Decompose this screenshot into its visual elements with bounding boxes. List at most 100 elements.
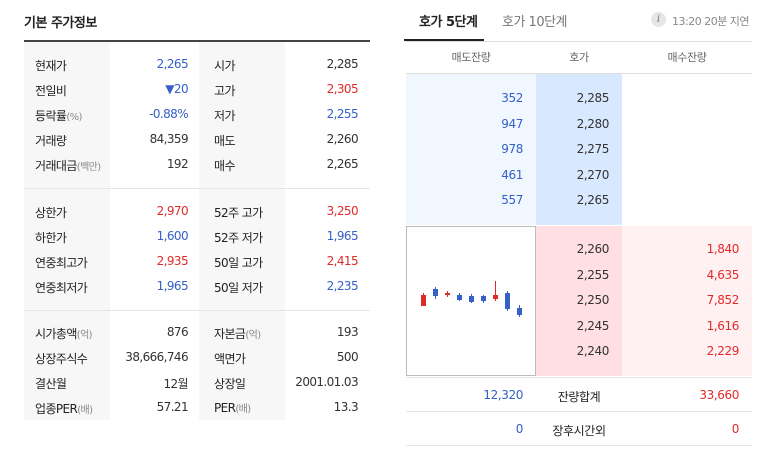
info-label: 상장주식수: [35, 352, 88, 366]
info-label: 상장일: [214, 377, 246, 391]
basic-info-table: 현재가 2,265 시가 2,285 전일비 ▼20 고가 2,305 등락률(%) -0.88%…: [24, 40, 370, 420]
ask-price[interactable]: 2,270: [536, 168, 610, 182]
info-value: 193: [336, 325, 359, 339]
info-value: -0.88%: [149, 107, 188, 121]
delay-notice: 13:20 20분 지연: [672, 15, 750, 28]
info-value: 84,359: [149, 132, 189, 146]
after-hours-label: 장후시간외: [552, 424, 606, 438]
bid-qty: 7,852: [706, 293, 740, 307]
info-label: 저가: [214, 109, 235, 123]
info-label: 고가: [214, 84, 235, 98]
info-label: 시가: [214, 59, 235, 73]
candle-body: [517, 308, 522, 315]
company-section: 시가총액(억) 876 자본금(억) 193 상장주식수 38,666,746 액면가 500…: [24, 311, 370, 420]
ask-price[interactable]: 2,265: [536, 193, 610, 207]
total-bid-qty: 33,660: [699, 388, 739, 402]
info-value: 13.3: [333, 400, 359, 414]
bid-qty-header: 매수잔량: [667, 51, 707, 64]
info-value: 2,970: [156, 204, 189, 218]
bid-qty: 1,616: [706, 318, 740, 333]
bid-price[interactable]: 2,260: [536, 242, 610, 256]
ask-price[interactable]: 2,275: [536, 142, 610, 156]
info-label: 50일 고가: [214, 256, 263, 270]
info-value: 2,255: [326, 107, 359, 121]
total-ask-qty: 12,320: [483, 388, 523, 402]
info-label: 상한가: [35, 206, 67, 220]
info-label: 매수: [214, 159, 235, 173]
tab-10-level[interactable]: 호가 10단계: [502, 11, 568, 30]
ask-price[interactable]: 2,285: [536, 91, 610, 105]
price-header: 호가: [569, 51, 589, 64]
tab-5-level[interactable]: 호가 5단계: [404, 11, 484, 41]
info-row: 시가총액(억) 876 자본금(억) 193: [24, 320, 370, 345]
info-label: 매도: [214, 134, 235, 148]
info-value: 1,600: [156, 229, 189, 243]
info-icon[interactable]: i: [651, 12, 666, 27]
info-row: 거래대금(백만) 192 매수 2,265: [24, 152, 370, 177]
info-value: 1,965: [156, 279, 189, 293]
mini-candle-chart: [406, 226, 536, 376]
bid-price[interactable]: 2,255: [536, 268, 610, 282]
info-value: 2,265: [326, 157, 359, 171]
info-row: 등락률(%) -0.88% 저가 2,255: [24, 102, 370, 127]
info-label: 52주 저가: [214, 231, 263, 245]
info-label: 50일 저가: [214, 281, 263, 295]
ask-qty: 352: [501, 91, 523, 105]
candle-body: [433, 289, 438, 296]
range-section: 상한가 2,970 52주 고가 3,250 하한가 1,600 52주 저가 1,965 연중…: [24, 189, 370, 311]
info-value: 3,250: [326, 204, 359, 218]
info-label: 결산월: [35, 377, 67, 391]
candle-body: [445, 293, 450, 295]
bid-qty: 2,229: [706, 344, 740, 358]
info-row: 현재가 2,265 시가 2,285: [24, 52, 370, 77]
ask-price[interactable]: 2,280: [536, 117, 610, 131]
info-label: 시가총액(억): [35, 327, 93, 341]
basic-info-title: 기본 주가정보: [24, 16, 97, 31]
info-value: 57.21: [156, 400, 189, 414]
info-value: 1,965: [326, 229, 359, 243]
after-hours-ask-qty: 0: [515, 422, 524, 436]
info-value: 2,305: [326, 82, 359, 96]
info-row: 상한가 2,970 52주 고가 3,250: [24, 199, 370, 224]
info-row: 전일비 ▼20 고가 2,305: [24, 77, 370, 102]
candle-body: [481, 296, 486, 301]
candle-body: [421, 295, 426, 306]
bid-price[interactable]: 2,240: [536, 344, 610, 358]
info-value: 2,285: [326, 57, 359, 71]
info-value: 38,666,746: [125, 350, 188, 364]
info-row: 결산월 12월 상장일 2001.01.03: [24, 370, 370, 395]
info-value: 2001.01.03: [295, 375, 358, 389]
info-label: 등락률(%): [35, 109, 82, 123]
ask-qty-header: 매도잔량: [451, 51, 491, 64]
ask-qty: 978: [501, 142, 523, 156]
after-hours-bid-qty: 0: [731, 422, 740, 436]
info-value: 500: [336, 350, 359, 364]
bid-qty: 4,635: [706, 267, 740, 282]
candle-body: [493, 295, 498, 299]
info-label: 52주 고가: [214, 206, 263, 220]
info-label: 하한가: [35, 231, 67, 245]
info-row: 업종PER(배) 57.21 PER(배) 13.3: [24, 395, 370, 420]
info-label: 업종PER(배): [35, 402, 93, 416]
info-value: 2,235: [326, 279, 359, 293]
info-row: 상장주식수 38,666,746 액면가 500: [24, 345, 370, 370]
info-value: ▼20: [165, 82, 188, 96]
info-value: 12월: [163, 377, 188, 391]
candle-body: [457, 295, 462, 300]
info-value: 2,935: [156, 254, 189, 268]
info-value: 2,260: [326, 132, 359, 146]
info-label: 액면가: [214, 352, 246, 366]
bid-price[interactable]: 2,250: [536, 293, 610, 307]
candle-body: [469, 296, 474, 302]
info-label: PER(배): [214, 401, 251, 415]
info-label: 연중최저가: [35, 281, 88, 295]
info-value: 2,265: [156, 57, 189, 71]
ask-qty: 557: [501, 193, 523, 207]
price-section: 현재가 2,265 시가 2,285 전일비 ▼20 고가 2,305 등락률(%) -0.88%…: [24, 42, 370, 189]
bid-qty: 1,840: [706, 242, 740, 256]
info-row: 연중최고가 2,935 50일 고가 2,415: [24, 249, 370, 274]
candle-body: [505, 293, 510, 309]
ask-qty: 947: [501, 116, 523, 131]
bid-price[interactable]: 2,245: [536, 319, 610, 333]
ask-qty: 461: [501, 167, 523, 182]
